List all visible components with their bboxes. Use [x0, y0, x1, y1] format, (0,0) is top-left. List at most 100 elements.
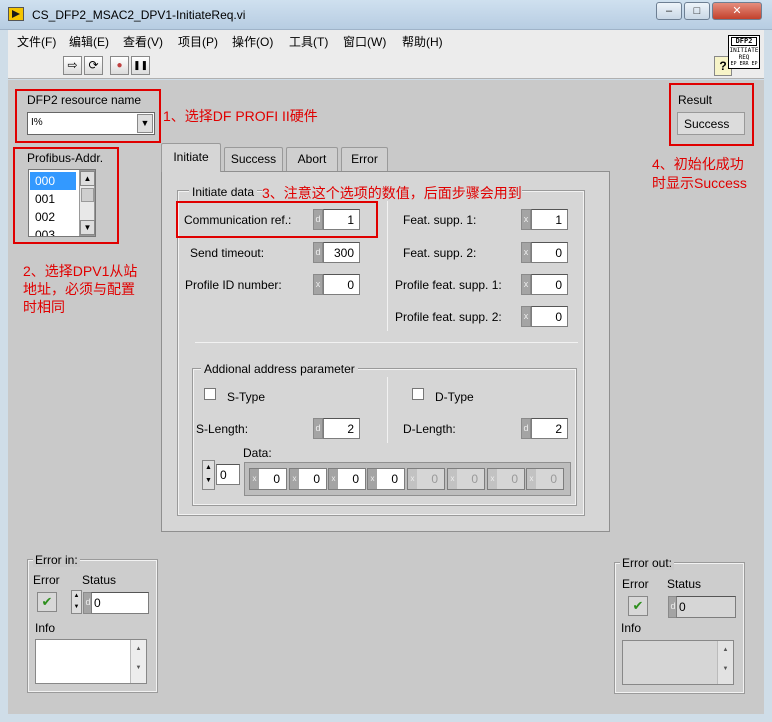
radix-indicator[interactable]: d [313, 418, 323, 439]
list-item[interactable]: 003 [30, 226, 76, 236]
tab-initiate[interactable]: Initiate [161, 143, 221, 172]
data-cell-value: 0 [471, 472, 478, 486]
divider [387, 201, 388, 331]
annotation-1: 1、选择DF PROFI II硬件 [163, 108, 318, 124]
data-cell-value: 0 [352, 472, 359, 486]
menu-help[interactable]: 帮助(H) [402, 33, 443, 50]
info-scrollbar[interactable]: ▲ ▼ [717, 641, 733, 684]
radix-indicator: x [368, 469, 377, 489]
radix-indicator: x [329, 469, 338, 489]
annotation-2-line1: 2、选择DPV1从站 [23, 263, 138, 279]
radix-indicator[interactable]: x [521, 306, 531, 327]
comm-ref-field[interactable]: 1 [323, 209, 360, 230]
profile-id-field[interactable]: 0 [323, 274, 360, 295]
profile-feat-supp-1-label: Profile feat. supp. 1: [395, 278, 502, 292]
toolbar: ⇨ ⟳ ● ❚❚ ? [8, 52, 764, 79]
radix-indicator: x [250, 469, 259, 489]
vi-connector-icon: DFP2 INITIATE REQ EP ERR EP [728, 35, 760, 69]
d-type-label: D-Type [435, 390, 474, 404]
status-label: Status [667, 577, 702, 591]
result-indicator: Success [677, 112, 745, 135]
menu-edit[interactable]: 编辑(E) [69, 33, 109, 50]
error-in-status-field[interactable]: 0 [91, 592, 149, 614]
pause-button[interactable]: ❚❚ [131, 56, 150, 75]
profibus-label: Profibus-Addr. [27, 151, 104, 165]
tab-abort[interactable]: Abort [286, 147, 338, 171]
data-cell-value: 0 [391, 472, 398, 486]
profile-feat-supp-2-field[interactable]: 0 [531, 306, 568, 327]
array-index-stepper[interactable]: ▲ ▼ [202, 460, 215, 490]
list-item[interactable]: 002 [30, 208, 76, 226]
error-out-label: Error out: [620, 556, 675, 570]
tab-success[interactable]: Success [224, 147, 283, 171]
menu-operate[interactable]: 操作(O) [232, 33, 273, 50]
radix-indicator[interactable]: d [313, 209, 323, 230]
feat-supp-2-field[interactable]: 0 [531, 242, 568, 263]
resource-combobox[interactable]: I% ▼ [27, 112, 155, 135]
feat-supp-2-label: Feat. supp. 2: [403, 246, 477, 260]
list-item-selected[interactable]: 000 [30, 172, 76, 190]
data-cell[interactable]: x0 [328, 468, 366, 490]
s-length-field[interactable]: 2 [323, 418, 360, 439]
radix-indicator[interactable]: x [521, 242, 531, 263]
info-label: Info [621, 621, 642, 635]
radix-indicator[interactable]: x [521, 209, 531, 230]
error-status-checkmark-icon[interactable]: ✔ [37, 592, 57, 612]
list-item[interactable]: 001 [30, 190, 76, 208]
send-timeout-field[interactable]: 300 [323, 242, 360, 263]
data-cell-value: 0 [550, 472, 557, 486]
address-parameter-label: Addional address parameter [201, 362, 358, 376]
divider [387, 377, 388, 443]
data-cell-value: 0 [313, 472, 320, 486]
data-cell[interactable]: x0 [249, 468, 287, 490]
info-scrollbar[interactable]: ▲ ▼ [130, 640, 146, 683]
menu-file[interactable]: 文件(F) [17, 33, 56, 50]
annotation-2-line3: 时相同 [23, 299, 65, 315]
s-length-label: S-Length: [196, 422, 249, 436]
maximize-button[interactable]: □ [684, 2, 710, 20]
feat-supp-1-field[interactable]: 1 [531, 209, 568, 230]
menu-window[interactable]: 窗口(W) [343, 33, 386, 50]
profile-feat-supp-1-field[interactable]: 0 [531, 274, 568, 295]
data-cell[interactable]: x0 [367, 468, 405, 490]
run-button[interactable]: ⇨ [63, 56, 82, 75]
radix-indicator[interactable]: x [313, 274, 323, 295]
status-label: Status [82, 573, 117, 587]
result-label: Result [678, 93, 713, 107]
scroll-down-icon[interactable]: ▼ [80, 220, 95, 235]
error-label: Error [622, 577, 649, 591]
vi-icon-line4: EP ERR EP [730, 61, 758, 67]
annotation-2: 2、选择DPV1从站 地址，必须与配置 时相同 [23, 262, 137, 316]
menu-view[interactable]: 查看(V) [123, 33, 163, 50]
error-status-checkmark-icon: ✔ [628, 596, 648, 616]
close-button[interactable]: ✕ [712, 2, 762, 20]
tab-error[interactable]: Error [341, 147, 388, 171]
status-stepper[interactable]: ▲ ▼ [71, 590, 82, 614]
array-index-field[interactable]: 0 [216, 464, 240, 485]
s-type-label: S-Type [227, 390, 266, 404]
chevron-down-icon[interactable]: ▼ [137, 114, 153, 133]
s-type-checkbox[interactable] [204, 388, 216, 400]
abort-button[interactable]: ● [110, 56, 129, 75]
radix-indicator: x [488, 469, 497, 489]
minimize-button[interactable]: – [656, 2, 682, 20]
radix-indicator: x [408, 469, 417, 489]
d-length-field[interactable]: 2 [531, 418, 568, 439]
resource-label: DFP2 resource name [27, 93, 142, 107]
d-length-label: D-Length: [403, 422, 456, 436]
radix-indicator[interactable]: d [313, 242, 323, 263]
menu-project[interactable]: 项目(P) [178, 33, 218, 50]
error-in-label: Error in: [33, 553, 80, 567]
annotation-4: 4、初始化成功 时显示Success [652, 155, 747, 193]
d-type-checkbox[interactable] [412, 388, 424, 400]
resource-prefix-icon: I% [31, 117, 43, 128]
scroll-thumb[interactable] [81, 188, 94, 202]
send-timeout-label: Send timeout: [190, 246, 265, 260]
radix-indicator[interactable]: d [521, 418, 531, 439]
data-cell[interactable]: x0 [289, 468, 327, 490]
menu-tools[interactable]: 工具(T) [289, 33, 328, 50]
scroll-up-icon[interactable]: ▲ [80, 171, 95, 186]
radix-indicator[interactable]: x [521, 274, 531, 295]
comm-ref-label: Communication ref.: [184, 213, 292, 227]
run-continuously-button[interactable]: ⟳ [84, 56, 103, 75]
